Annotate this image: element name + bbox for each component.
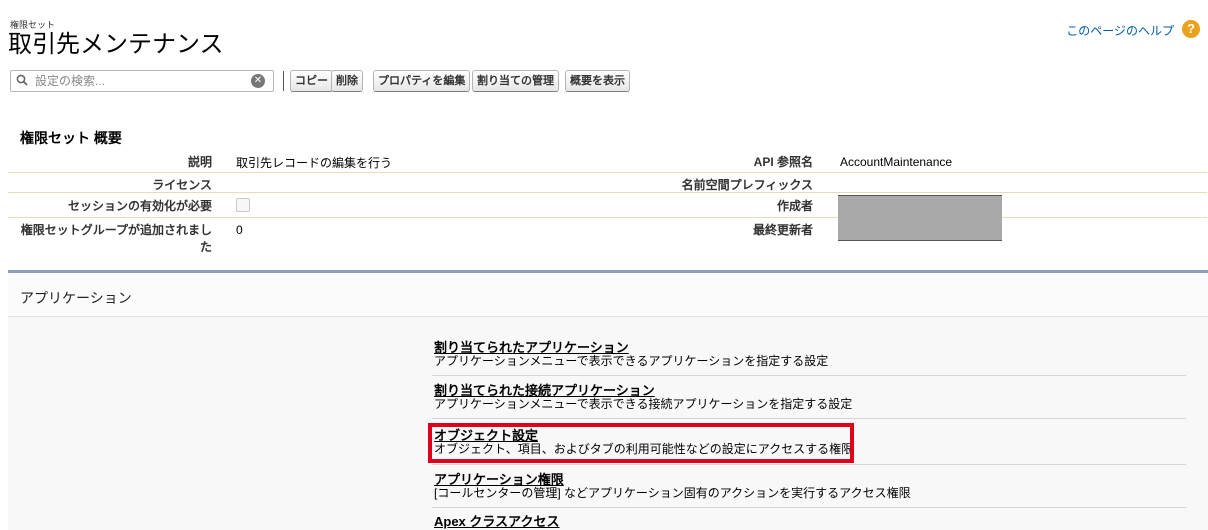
app-permissions-desc: [コールセンターの管理] などアプリケーション固有のアクションを実行するアクセス… xyxy=(434,486,911,500)
row-divider xyxy=(8,172,1207,173)
assigned-connected-apps-desc: アプリケーションメニューで表示できる接続アプリケーションを指定する設定 xyxy=(434,397,853,411)
applications-header xyxy=(8,273,1208,317)
apex-class-access-link[interactable]: Apex クラスアクセス xyxy=(434,515,560,529)
clear-search-icon[interactable]: ✕ xyxy=(251,74,265,88)
item-divider xyxy=(432,464,1186,465)
row-divider xyxy=(8,217,1207,218)
manage-assignments-button[interactable]: 割り当ての管理 xyxy=(472,70,559,92)
item-divider xyxy=(432,418,1186,419)
assigned-apps-link[interactable]: 割り当てられたアプリケーション xyxy=(434,341,828,355)
search-input[interactable] xyxy=(35,73,235,89)
api-name-value: AccountMaintenance xyxy=(840,155,953,169)
api-name-label: API 参照名 xyxy=(753,155,813,169)
row-divider xyxy=(8,192,1207,193)
namespace-prefix-label: 名前空間プレフィックス xyxy=(681,178,813,192)
page-eyebrow: 権限セット xyxy=(10,20,56,30)
highlight-box xyxy=(428,423,854,463)
delete-button[interactable]: 削除 xyxy=(331,70,363,92)
toolbar-separator xyxy=(283,71,284,91)
session-activation-label: セッションの有効化が必要 xyxy=(67,199,212,213)
session-activation-checkbox xyxy=(236,198,250,212)
assigned-apps-desc: アプリケーションメニューで表示できるアプリケーションを指定する設定 xyxy=(434,354,829,368)
created-by-label: 作成者 xyxy=(776,199,813,213)
redacted-user-block xyxy=(838,195,1002,241)
list-item[interactable]: Apex クラスアクセス xyxy=(434,515,560,529)
help-link[interactable]: このページのヘルプ xyxy=(1066,22,1174,39)
list-item[interactable]: アプリケーション権限 [コールセンターの管理] などアプリケーション固有のアクシ… xyxy=(434,473,911,500)
last-modified-by-label: 最終更新者 xyxy=(752,223,813,237)
overview-section-title: 権限セット 概要 xyxy=(20,130,122,146)
applications-title: アプリケーション xyxy=(20,290,132,306)
view-summary-button[interactable]: 概要を表示 xyxy=(565,70,630,92)
permission-set-groups-label: 権限セットグループが追加されました xyxy=(20,223,212,254)
app-permissions-link[interactable]: アプリケーション権限 xyxy=(434,473,911,487)
list-item[interactable]: 割り当てられた接続アプリケーション アプリケーションメニューで表示できる接続アプ… xyxy=(434,384,852,411)
list-item[interactable]: 割り当てられたアプリケーション アプリケーションメニューで表示できるアプリケーシ… xyxy=(434,341,828,368)
description-value: 取引先レコードの編集を行う xyxy=(236,156,393,170)
page-title: 取引先メンテナンス xyxy=(8,31,224,58)
search-icon xyxy=(16,74,28,86)
copy-button[interactable]: コピー xyxy=(290,70,333,92)
item-divider xyxy=(432,507,1186,508)
description-label: 説明 xyxy=(187,155,212,169)
search-box[interactable]: ✕ xyxy=(10,70,274,92)
edit-properties-button[interactable]: プロパティを編集 xyxy=(373,70,471,92)
license-label: ライセンス xyxy=(152,178,212,192)
assigned-connected-apps-link[interactable]: 割り当てられた接続アプリケーション xyxy=(434,384,852,398)
permission-set-groups-value: 0 xyxy=(236,223,243,237)
question-icon[interactable]: ? xyxy=(1182,20,1200,38)
item-divider xyxy=(432,375,1186,376)
